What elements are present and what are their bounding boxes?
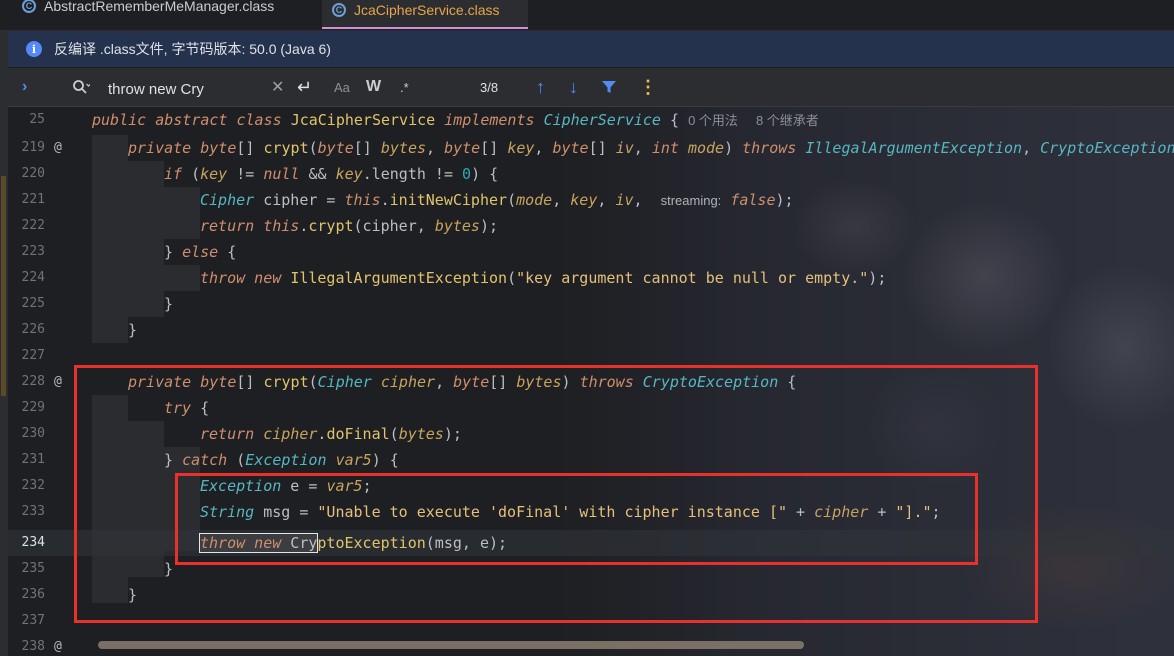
line-number: 221 <box>21 192 45 207</box>
code-text: } else { <box>164 243 237 261</box>
annotation-red-box-catch <box>175 473 978 565</box>
more-options-icon[interactable]: ⋮ <box>639 68 657 106</box>
code-line: 219 @ private byte[] crypt(byte[] bytes,… <box>8 135 1174 161</box>
tab-label: AbstractRememberMeManager.class <box>44 0 275 14</box>
code-text: public abstract class JcaCipherService i… <box>92 111 819 129</box>
match-counter: 3/8 <box>480 79 499 95</box>
line-number: 237 <box>21 613 45 628</box>
parameter-hint: streaming: <box>660 193 722 208</box>
line-number: 222 <box>21 218 45 233</box>
override-gutter-icon[interactable]: @ <box>54 369 62 395</box>
code-line: 25 public abstract class JcaCipherServic… <box>8 107 1174 133</box>
left-tool-strip <box>0 31 8 656</box>
code-line: 221 Cipher cipher = this.initNewCipher(m… <box>8 187 1174 213</box>
code-text: } <box>164 295 174 313</box>
scroll-marker <box>1 176 6 396</box>
code-editor[interactable]: 25 public abstract class JcaCipherServic… <box>8 107 1174 656</box>
line-number: 235 <box>21 561 45 576</box>
filter-icon[interactable] <box>601 68 617 106</box>
match-case-button[interactable]: Aa <box>334 68 350 106</box>
line-number: 230 <box>21 426 45 441</box>
code-line: 220 if (key != null && key.length != 0) … <box>8 161 1174 187</box>
line-number: 225 <box>21 296 45 311</box>
find-bar: › ✕ ↵ Aa W .* 3/8 ↑ ↓ ⋮ <box>8 68 1174 107</box>
code-line: 226 } <box>8 317 1174 343</box>
line-number: 233 <box>21 504 45 519</box>
code-text: } <box>128 321 138 339</box>
code-text: Cipher cipher = this.initNewCipher(mode,… <box>200 191 794 209</box>
line-number: 228 <box>21 374 45 389</box>
code-text: throw new IllegalArgumentException("key … <box>200 269 887 287</box>
decompiled-info-banner: i 反编译 .class文件, 字节码版本: 50.0 (Java 6) <box>8 31 1174 67</box>
override-gutter-icon[interactable]: @ <box>54 634 62 656</box>
tab-label: JcaCipherService.class <box>354 2 500 18</box>
code-line: 224 throw new IllegalArgumentException("… <box>8 265 1174 291</box>
line-number: 224 <box>21 270 45 285</box>
class-file-icon: C <box>22 0 36 13</box>
next-occurrence-icon[interactable]: ↓ <box>569 68 578 106</box>
new-line-icon[interactable]: ↵ <box>297 68 312 106</box>
line-number: 219 <box>21 140 45 155</box>
search-input[interactable] <box>106 77 270 101</box>
code-text: return this.crypt(cipher, bytes); <box>200 217 499 235</box>
search-icon[interactable] <box>72 68 90 106</box>
clear-search-icon[interactable]: ✕ <box>271 68 284 106</box>
code-text: if (key != null && key.length != 0) { <box>164 165 499 183</box>
line-number: 231 <box>21 452 45 467</box>
banner-text: 反编译 .class文件, 字节码版本: 50.0 (Java 6) <box>54 41 331 57</box>
usages-inlay[interactable]: 0 个用法 <box>688 113 738 128</box>
tab-abstract-remember-me-manager[interactable]: C AbstractRememberMeManager.class <box>22 0 274 20</box>
line-number: 232 <box>21 478 45 493</box>
code-line: 225 } <box>8 291 1174 317</box>
expand-replace-chevron-icon[interactable]: › <box>22 68 27 106</box>
tab-jca-cipher-service[interactable]: C JcaCipherService.class <box>322 0 528 29</box>
line-number: 238 <box>21 639 45 654</box>
regex-button[interactable]: .* <box>400 68 409 106</box>
line-number: 227 <box>21 348 45 363</box>
whole-words-button[interactable]: W <box>366 68 381 106</box>
line-number: 220 <box>21 166 45 181</box>
line-number: 229 <box>21 400 45 415</box>
line-number: 25 <box>29 112 45 127</box>
editor-tab-bar: C AbstractRememberMeManager.class C JcaC… <box>0 0 1174 31</box>
info-icon: i <box>26 41 42 57</box>
horizontal-scrollbar[interactable] <box>98 641 804 649</box>
class-file-icon: C <box>332 3 346 17</box>
code-line: 223 } else { <box>8 239 1174 265</box>
inheritors-inlay[interactable]: 8 个继承者 <box>756 113 819 128</box>
code-line: 222 return this.crypt(cipher, bytes); <box>8 213 1174 239</box>
line-number: 223 <box>21 244 45 259</box>
previous-occurrence-icon[interactable]: ↑ <box>536 68 545 106</box>
line-number: 236 <box>21 587 45 602</box>
code-text: private byte[] crypt(byte[] bytes, byte[… <box>128 139 1174 157</box>
line-number: 234 <box>21 535 45 550</box>
line-number: 226 <box>21 322 45 337</box>
override-gutter-icon[interactable]: @ <box>54 135 62 161</box>
